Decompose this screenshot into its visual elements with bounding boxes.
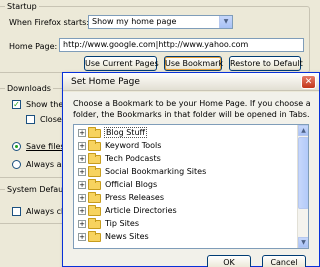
expand-icon[interactable]: + — [78, 233, 86, 241]
folder-icon — [88, 153, 101, 164]
tree-item[interactable]: + News Sites — [74, 231, 298, 244]
expand-icon[interactable]: + — [78, 207, 86, 215]
expand-icon[interactable]: + — [78, 129, 86, 137]
scroll-up-icon[interactable]: ▲ — [298, 125, 308, 136]
bookmark-tree[interactable]: + Blog Stuff + Keyword Tools + Tech Podc… — [73, 124, 309, 249]
expand-icon[interactable]: + — [78, 220, 86, 228]
when-starts-value: Show my home page — [92, 17, 177, 26]
always-ask-radio[interactable] — [12, 160, 21, 169]
expand-icon[interactable]: + — [78, 194, 86, 202]
expand-icon[interactable]: + — [78, 142, 86, 150]
tree-item[interactable]: + Press Releases — [74, 192, 298, 205]
tree-item-label: Tech Podcasts — [105, 154, 161, 163]
when-starts-select[interactable]: Show my home page ▼ — [88, 15, 233, 29]
show-downloads-checkbox[interactable]: ✓ — [12, 100, 21, 109]
expand-icon[interactable]: + — [78, 181, 86, 189]
tree-item[interactable]: + Article Directories — [74, 205, 298, 218]
close-icon[interactable]: ✕ — [301, 75, 316, 89]
expand-icon[interactable]: + — [78, 168, 86, 176]
folder-icon — [88, 192, 101, 203]
scroll-thumb[interactable] — [298, 137, 308, 209]
use-bookmark-button[interactable]: Use Bookmark — [164, 56, 223, 71]
dialog-message: Choose a Bookmark to be your Home Page. … — [73, 99, 311, 119]
always-check-checkbox[interactable] — [12, 207, 21, 216]
tree-scrollbar[interactable]: ▲ ▼ — [297, 125, 308, 248]
tree-item[interactable]: + Social Bookmarking Sites — [74, 166, 298, 179]
ok-button[interactable]: OK — [207, 255, 251, 267]
downloads-group-title: Downloads — [5, 84, 53, 93]
tree-item[interactable]: + Keyword Tools — [74, 140, 298, 153]
scroll-down-icon[interactable]: ▼ — [298, 237, 308, 248]
tree-item[interactable]: + Official Blogs — [74, 179, 298, 192]
tree-item-label: Blog Stuff — [104, 127, 148, 138]
expand-icon[interactable]: + — [78, 155, 86, 163]
home-page-input[interactable]: http://www.google.com|http://www.yahoo.c… — [59, 38, 304, 52]
folder-icon — [88, 205, 101, 216]
tree-item-label: Article Directories — [105, 206, 177, 215]
tree-item[interactable]: + Tech Podcasts — [74, 153, 298, 166]
folder-icon — [88, 140, 101, 151]
home-page-label: Home Page: — [9, 42, 58, 51]
set-home-page-dialog: Set Home Page ✕ Choose a Bookmark to be … — [62, 72, 320, 267]
tree-item[interactable]: + Tip Sites — [74, 218, 298, 231]
close-it-checkbox[interactable] — [26, 115, 35, 124]
folder-icon — [88, 166, 101, 177]
folder-icon — [88, 179, 101, 190]
dialog-title: Set Home Page — [71, 77, 140, 87]
check-icon: ✓ — [13, 100, 20, 109]
folder-icon — [88, 218, 101, 229]
use-current-pages-button[interactable]: Use Current Pages — [84, 56, 159, 71]
tree-item-label: News Sites — [105, 232, 149, 241]
restore-to-default-button[interactable]: Restore to Default — [229, 56, 303, 71]
dialog-body: Choose a Bookmark to be your Home Page. … — [63, 92, 319, 267]
tree-item-label: Press Releases — [105, 193, 165, 202]
save-files-radio[interactable] — [12, 142, 21, 151]
folder-icon — [88, 127, 101, 138]
dialog-titlebar[interactable]: Set Home Page ✕ — [63, 73, 319, 91]
folder-icon — [88, 231, 101, 242]
home-page-value: http://www.google.com|http://www.yahoo.c… — [63, 40, 249, 49]
tree-item-label: Social Bookmarking Sites — [105, 167, 207, 176]
chevron-down-icon[interactable]: ▼ — [219, 16, 232, 28]
tree-item-label: Keyword Tools — [105, 141, 162, 150]
when-starts-label: When Firefox starts: — [9, 18, 90, 27]
tree-item[interactable]: + Blog Stuff — [74, 127, 298, 140]
cancel-button[interactable]: Cancel — [262, 255, 306, 267]
tree-item-label: Official Blogs — [105, 180, 158, 189]
tree-item-label: Tip Sites — [105, 219, 140, 228]
startup-group-title: Startup — [5, 2, 39, 11]
